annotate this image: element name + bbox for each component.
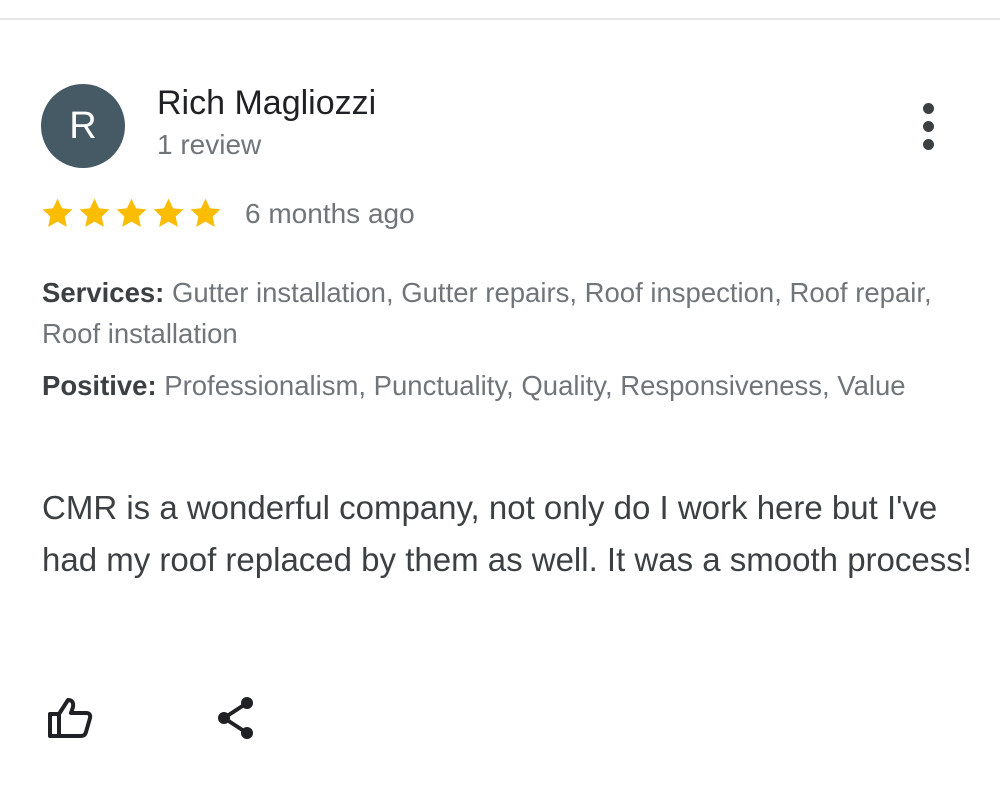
star-icon xyxy=(190,198,221,227)
avatar[interactable]: R xyxy=(41,84,125,168)
services-label: Services: xyxy=(42,277,165,308)
positive-value: Professionalism, Punctuality, Quality, R… xyxy=(164,370,906,401)
review-text: CMR is a wonderful company, not only do … xyxy=(42,489,972,578)
reviewer-name[interactable]: Rich Magliozzi xyxy=(157,84,376,123)
services-value: Gutter installation, Gutter repairs, Roo… xyxy=(42,277,932,349)
star-icon xyxy=(79,198,110,227)
star-rating xyxy=(40,196,223,231)
star-icon xyxy=(116,198,147,227)
rating-row: 6 months ago xyxy=(40,196,415,231)
like-button[interactable] xyxy=(40,688,100,748)
more-vert-icon-dot xyxy=(922,138,934,150)
top-divider xyxy=(0,18,1000,20)
star-icon xyxy=(42,198,73,227)
star-icon xyxy=(153,198,184,227)
more-vert-icon-dot xyxy=(922,120,934,132)
services-attribute: Services: Gutter installation, Gutter re… xyxy=(42,272,942,354)
more-options-button[interactable] xyxy=(906,100,950,152)
thumbs-up-icon xyxy=(48,698,93,738)
review-date: 6 months ago xyxy=(245,197,415,229)
more-vert-icon-dot xyxy=(922,102,934,114)
positive-label: Positive: xyxy=(42,370,157,401)
avatar-letter: R xyxy=(69,104,97,147)
share-button[interactable] xyxy=(206,688,266,748)
positive-attribute: Positive: Professionalism, Punctuality, … xyxy=(42,365,942,406)
share-icon xyxy=(218,697,253,739)
review-count: 1 review xyxy=(157,129,262,160)
